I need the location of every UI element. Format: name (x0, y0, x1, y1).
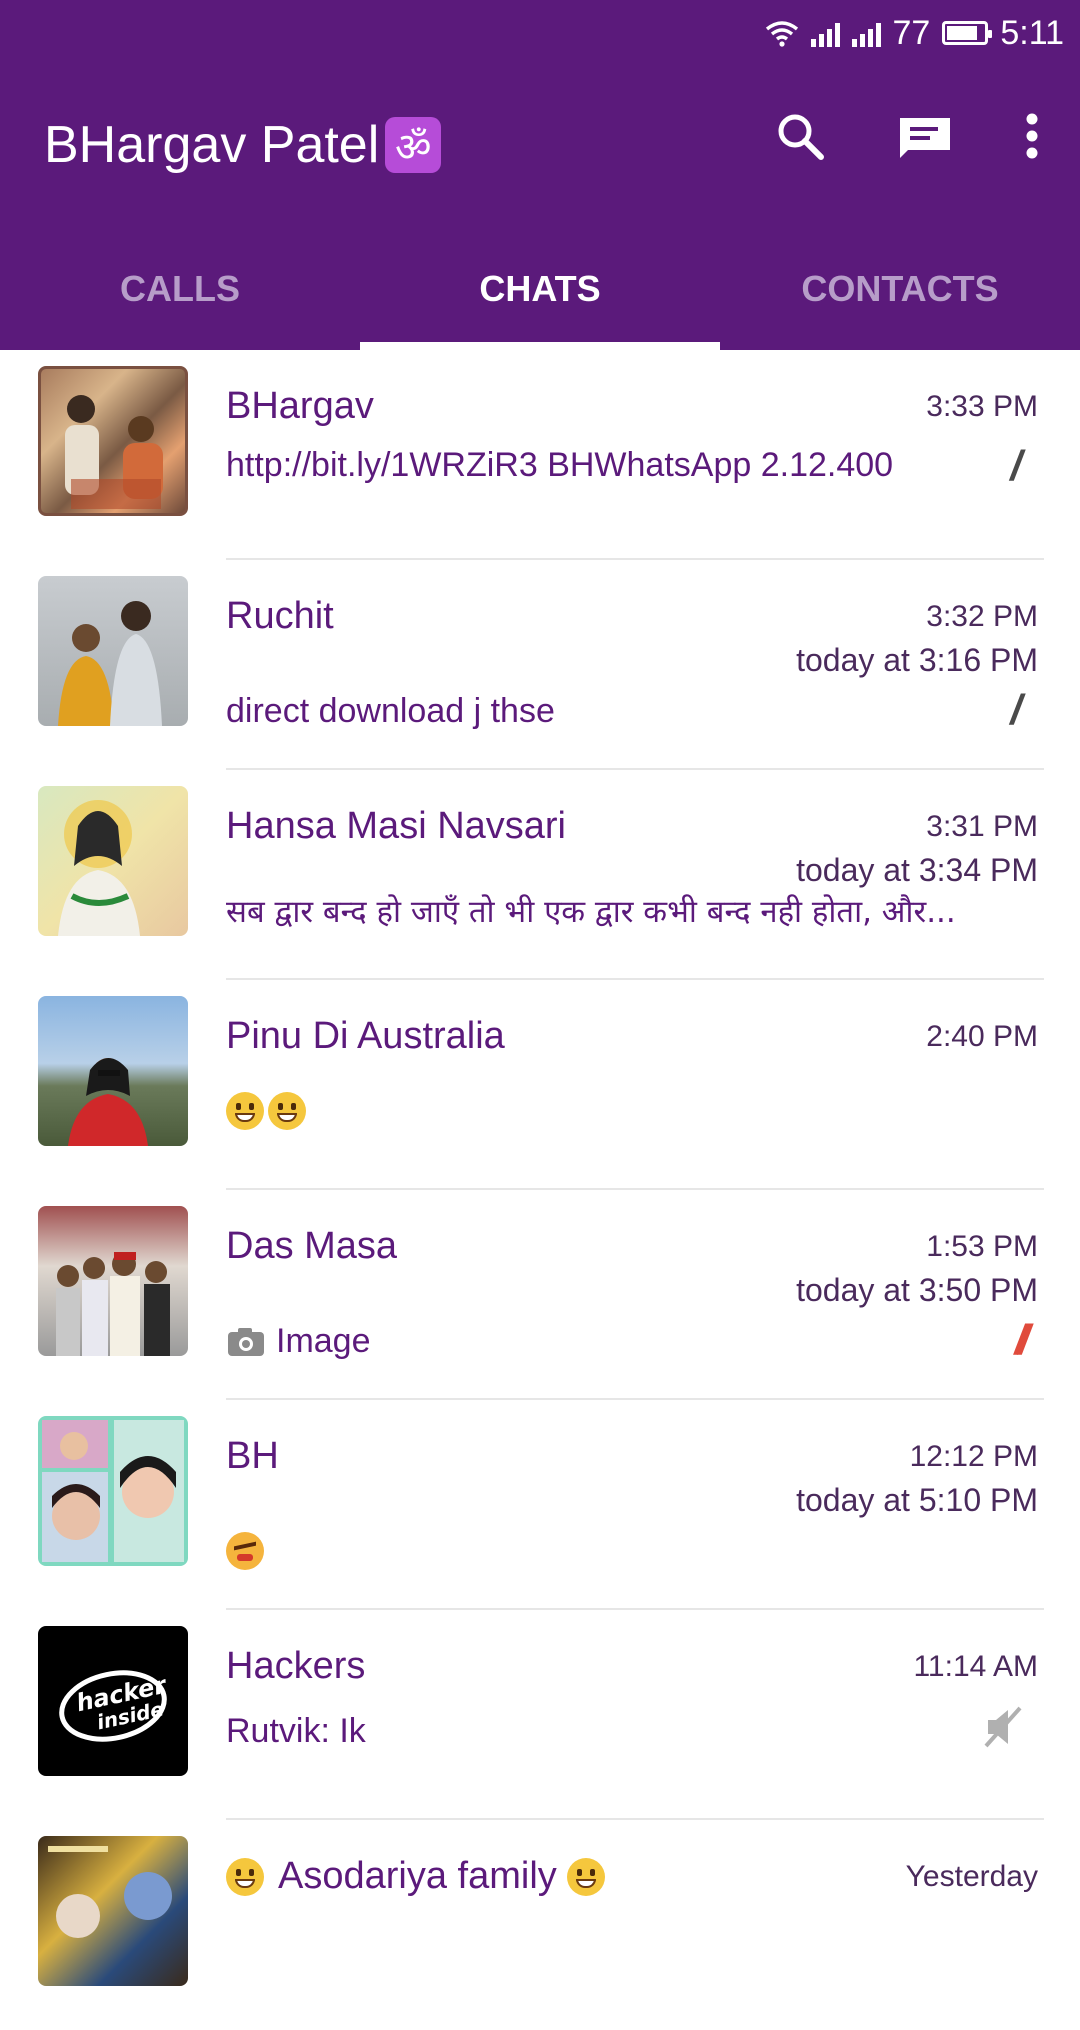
chat-last-message: Image (226, 1322, 371, 1361)
new-chat-icon[interactable] (896, 112, 954, 160)
chat-name: Pinu Di Australia (226, 1015, 505, 1057)
chat-last-message: direct download j thse (226, 692, 555, 730)
tab-chats[interactable]: CHATS (360, 240, 720, 350)
avatar[interactable] (38, 996, 188, 1146)
app-bar: 77 5:11 BHargav Patel ॐ CALLS CHATS CONT… (0, 0, 1080, 350)
chat-name: Das Masa (226, 1225, 398, 1267)
chat-row-das-masa[interactable]: Das Masa 1:53 PM today at 3:50 PM Image … (0, 1190, 1080, 1400)
attachment-label: Image (276, 1322, 371, 1360)
chat-row-pinu-di-australia[interactable]: Pinu Di Australia 2:40 PM (0, 980, 1080, 1190)
avatar[interactable] (38, 1836, 188, 1986)
avatar[interactable] (38, 1206, 188, 1356)
signal-icon-sim2 (851, 19, 881, 47)
grinning-emoji-icon (566, 1857, 605, 1896)
profile-title[interactable]: BHargav Patel ॐ (44, 115, 442, 175)
chat-last-message: सब द्वार बन्द हो जाएँ तो भी एक द्वार कभी… (226, 894, 956, 930)
sent-tick: / (1010, 686, 1022, 733)
avatar[interactable] (38, 1416, 188, 1566)
status-bar: 77 5:11 (765, 0, 1064, 66)
toolbar-actions (774, 110, 1040, 162)
more-vert-icon[interactable] (1024, 112, 1040, 160)
angry-emoji-icon (226, 1532, 264, 1571)
muted-speaker-icon (984, 1706, 1022, 1748)
chat-row-hackers[interactable]: hacker inside Hackers 11:14 AM Rutvik: I… (0, 1610, 1080, 1820)
chat-last-seen: today at 3:16 PM (796, 642, 1038, 678)
chat-name: Ruchit (226, 595, 334, 637)
chat-name: Hackers (226, 1645, 366, 1687)
avatar[interactable] (38, 786, 188, 936)
tab-calls[interactable]: CALLS (0, 240, 360, 350)
chat-name: Asodariya family (278, 1855, 557, 1897)
avatar[interactable]: hacker inside (38, 1626, 188, 1776)
camera-icon (228, 1327, 264, 1356)
battery-icon (942, 21, 993, 45)
chat-last-message (226, 1090, 310, 1131)
chat-time: 3:32 PM (926, 600, 1038, 633)
tab-bar: CALLS CHATS CONTACTS (0, 240, 1080, 350)
chat-time: 12:12 PM (909, 1440, 1038, 1473)
chat-time: 11:14 AM (913, 1650, 1038, 1683)
chat-last-message (226, 1530, 264, 1571)
chat-last-seen: today at 3:34 PM (796, 852, 1038, 888)
battery-level: 77 (892, 13, 931, 52)
grinning-emoji-icon (226, 1857, 264, 1896)
chat-time: 3:31 PM (926, 810, 1038, 843)
search-icon[interactable] (774, 110, 826, 162)
chat-name: Hansa Masi Navsari (226, 805, 566, 847)
avatar[interactable] (38, 576, 188, 726)
chat-row-bh[interactable]: BH 12:12 PM today at 5:10 PM (0, 1400, 1080, 1610)
chat-last-seen: today at 5:10 PM (796, 1482, 1038, 1518)
page-title: BHargav Patel (44, 116, 380, 174)
chat-time: Yesterday (905, 1860, 1038, 1893)
signal-icon-sim1 (810, 19, 840, 47)
chat-last-message: http://bit.ly/1WRZiR3 BHWhatsApp 2.12.40… (226, 446, 894, 484)
chat-list: BHargav 3:33 PM http://bit.ly/1WRZiR3 BH… (0, 350, 1080, 2030)
chat-name: BHargav (226, 385, 374, 427)
grinning-emoji-icon (268, 1092, 306, 1131)
clock: 5:11 (1000, 13, 1064, 52)
chat-row-ruchit[interactable]: Ruchit 3:32 PM today at 3:16 PM direct d… (0, 560, 1080, 770)
chat-row-bhargav[interactable]: BHargav 3:33 PM http://bit.ly/1WRZiR3 BH… (0, 350, 1080, 560)
chat-time: 3:33 PM (926, 390, 1038, 423)
chat-last-seen: today at 3:50 PM (796, 1272, 1038, 1308)
hacker-inside-logo: hacker inside (59, 1670, 170, 1742)
read-tick: // (1014, 1316, 1031, 1363)
avatar[interactable] (38, 366, 188, 516)
chat-time: 2:40 PM (926, 1020, 1038, 1053)
chat-last-message: Rutvik: Ik (226, 1712, 366, 1750)
sent-tick: / (1010, 442, 1022, 489)
tab-contacts[interactable]: CONTACTS (720, 240, 1080, 350)
chat-row-asodariya-family[interactable]: Asodariya family Yesterday (0, 1820, 1080, 2030)
chat-name-wrapper: Asodariya family (226, 1855, 609, 1898)
grinning-emoji-icon (226, 1092, 264, 1131)
chat-name: BH (226, 1435, 279, 1477)
chat-row-hansa-masi-navsari[interactable]: Hansa Masi Navsari 3:31 PM today at 3:34… (0, 770, 1080, 980)
chat-time: 1:53 PM (926, 1230, 1038, 1263)
wifi-icon (765, 21, 798, 47)
om-symbol: ॐ (385, 117, 442, 173)
